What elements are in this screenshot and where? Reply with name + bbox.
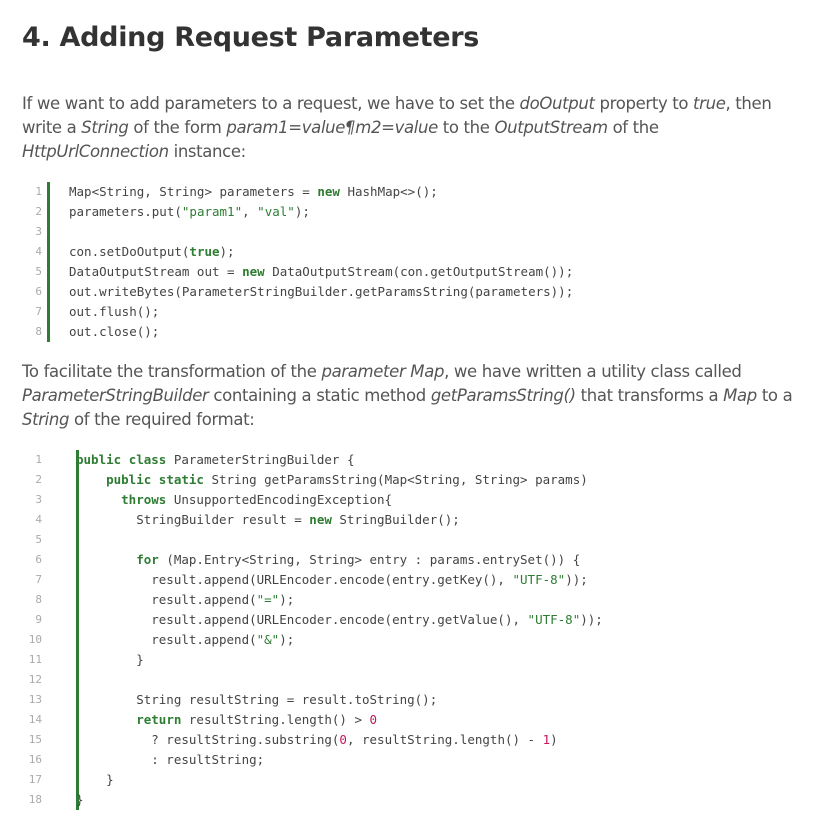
line-number: 1 (35, 453, 42, 466)
code-line: 9 result.append(URLEncoder.encode(entry.… (22, 610, 797, 630)
code-line: 15 ? resultString.substring(0, resultStr… (22, 730, 797, 750)
line-number: 3 (35, 493, 42, 506)
line-number: 17 (28, 773, 42, 786)
code-block-param-builder[interactable]: 1 public class ParameterStringBuilder { 2 … (22, 450, 797, 810)
code-text: ? resultString.substring(0, resultString… (76, 732, 558, 747)
code-line: 14 return resultString.length() > 0 (22, 710, 797, 730)
code-text: public static String getParamsString(Map… (106, 472, 588, 487)
code-text: return resultString.length() > 0 (136, 712, 378, 727)
line-number: 12 (28, 673, 42, 686)
line-number: 13 (28, 693, 42, 706)
code-line: 3 throws UnsupportedEncodingException{ (22, 490, 797, 510)
code-line: 8 result.append("="); (22, 590, 797, 610)
line-number: 7 (35, 573, 42, 586)
code-line: 11 } (22, 650, 797, 670)
code-line: 4 StringBuilder result = new StringBuild… (22, 510, 797, 530)
line-number: 6 (35, 553, 42, 566)
code-block-request-params[interactable]: 1 Map<String, String> parameters = new Ha… (22, 182, 797, 342)
code-line: 18} (22, 790, 797, 810)
line-number: 2 (35, 205, 42, 218)
line-number: 1 (35, 185, 42, 198)
line-number: 16 (28, 753, 42, 766)
code-line: 17 } (22, 770, 797, 790)
code-line: 2 public static String getParamsString(M… (22, 470, 797, 490)
code-text: parameters.put("param1", "val"); (69, 204, 310, 219)
code-line: 2 parameters.put("param1", "val"); (22, 202, 797, 222)
code-line: 6 for (Map.Entry<String, String> entry :… (22, 550, 797, 570)
code-line: 1 public class ParameterStringBuilder { (22, 450, 797, 470)
code-line: 1 Map<String, String> parameters = new Ha… (22, 182, 797, 202)
code-line: 10 result.append("&"); (22, 630, 797, 650)
code-text: result.append(URLEncoder.encode(entry.ge… (76, 572, 588, 587)
line-number: 6 (35, 285, 42, 298)
line-number: 4 (35, 513, 42, 526)
code-text: out.close(); (69, 324, 160, 339)
code-text: con.setDoOutput(true); (69, 244, 235, 259)
line-number: 8 (35, 593, 42, 606)
intro-paragraph: If we want to add parameters to a reques… (22, 94, 772, 161)
line-number: 5 (35, 265, 42, 278)
code-line: 16 : resultString; (22, 750, 797, 770)
code-text: result.append(URLEncoder.encode(entry.ge… (76, 612, 603, 627)
code-text: public class ParameterStringBuilder { (76, 452, 355, 467)
line-number: 7 (35, 305, 42, 318)
code-line: 12 (22, 670, 797, 690)
code-line: 5 (22, 530, 797, 550)
line-number: 10 (28, 633, 42, 646)
line-number: 11 (28, 653, 42, 666)
line-number: 3 (35, 225, 42, 238)
code-line: 5 DataOutputStream out = new DataOutputSt… (22, 262, 797, 282)
line-number: 15 (28, 733, 42, 746)
code-text: StringBuilder result = new StringBuilder… (76, 512, 460, 527)
code-text: Map<String, String> parameters = new Has… (69, 184, 438, 199)
line-number: 9 (35, 613, 42, 626)
code-text: } (76, 652, 144, 667)
code-text: : resultString; (76, 752, 265, 767)
code-line: 8 out.close(); (22, 322, 797, 342)
code-text: DataOutputStream out = new DataOutputStr… (69, 264, 574, 279)
code-line: 4 con.setDoOutput(true); (22, 242, 797, 262)
code-line: 6 out.writeBytes(ParameterStringBuilder.g… (22, 282, 797, 302)
line-number: 5 (35, 533, 42, 546)
code-line: 7 result.append(URLEncoder.encode(entry.… (22, 570, 797, 590)
code-line: 13 String resultString = result.toString… (22, 690, 797, 710)
code-text: String resultString = result.toString(); (76, 692, 438, 707)
line-number: 18 (28, 793, 42, 806)
line-number: 14 (28, 713, 42, 726)
line-number: 8 (35, 325, 42, 338)
code-line: 3 (22, 222, 797, 242)
code-text: for (Map.Entry<String, String> entry : p… (136, 552, 581, 567)
code-text: result.append("&"); (76, 632, 295, 647)
code-text: result.append("="); (76, 592, 295, 607)
code-text: out.writeBytes(ParameterStringBuilder.ge… (69, 284, 574, 299)
line-number: 4 (35, 245, 42, 258)
code-line: 7 out.flush(); (22, 302, 797, 322)
code-text: throws UnsupportedEncodingException{ (121, 492, 393, 507)
section-heading: 4. Adding Request Parameters (22, 22, 480, 53)
line-number: 2 (35, 473, 42, 486)
code-text: out.flush(); (69, 304, 160, 319)
code-text: } (76, 772, 114, 787)
utility-paragraph: To facilitate the transformation of the … (22, 362, 793, 429)
code-text: } (76, 792, 84, 807)
